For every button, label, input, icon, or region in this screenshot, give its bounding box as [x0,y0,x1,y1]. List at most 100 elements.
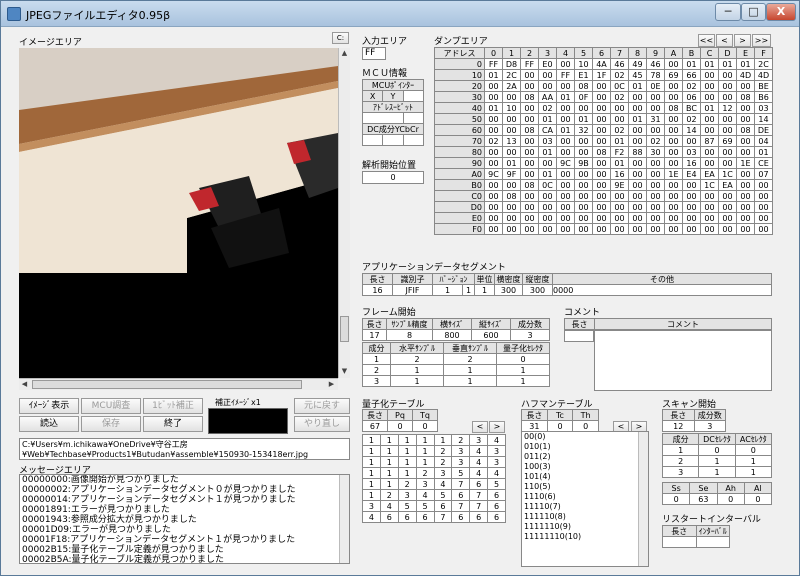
dump-byte-cell[interactable]: 45 [628,69,647,81]
dump-byte-cell[interactable]: 00 [520,135,539,147]
dump-byte-cell[interactable]: 00 [574,212,593,224]
list-item[interactable]: 11110(7) [522,502,648,512]
dump-byte-cell[interactable]: 00 [520,80,539,92]
redo-button[interactable]: やり直し [294,416,350,432]
dump-byte-cell[interactable]: 00 [592,223,611,235]
dump-byte-cell[interactable]: CA [538,124,557,136]
dump-byte-cell[interactable]: 01 [700,102,719,114]
exit-button[interactable]: 終了 [143,416,203,432]
dump-byte-cell[interactable]: 00 [736,212,755,224]
dump-byte-cell[interactable]: 03 [754,102,773,114]
dump-byte-cell[interactable]: 01 [484,102,503,114]
dump-byte-cell[interactable]: 00 [538,157,557,169]
dump-byte-cell[interactable]: 00 [646,157,665,169]
dump-byte-cell[interactable]: 00 [628,201,647,213]
scroll-right-icon[interactable]: ▶ [326,379,337,390]
list-item[interactable]: 110(5) [522,482,648,492]
file-path-field[interactable]: C:¥Users¥m.ichikawa¥OneDrive¥守谷工房 ¥Web¥T… [19,438,350,460]
dump-byte-cell[interactable]: EA [700,168,719,180]
dump-byte-cell[interactable]: 01 [628,80,647,92]
dump-byte-cell[interactable]: 00 [520,69,539,81]
list-item[interactable]: 010(1) [522,442,648,452]
dump-byte-cell[interactable]: 08 [664,102,683,114]
dump-byte-cell[interactable]: F2 [610,146,629,158]
dump-byte-cell[interactable]: 87 [700,135,719,147]
load-button[interactable]: 読込 [19,416,79,432]
dump-byte-cell[interactable]: 00 [610,212,629,224]
dump-byte-cell[interactable]: 00 [736,190,755,202]
dump-byte-cell[interactable]: 00 [736,135,755,147]
dump-byte-cell[interactable]: 00 [664,190,683,202]
dump-byte-cell[interactable]: 00 [700,212,719,224]
dump-byte-cell[interactable]: 07 [754,168,773,180]
dump-byte-cell[interactable]: 00 [664,58,683,70]
dump-byte-cell[interactable]: 00 [718,190,737,202]
image-horizontal-scrollbar[interactable]: ◀ ▶ [19,378,338,390]
dump-byte-cell[interactable]: 31 [646,113,665,125]
dump-byte-cell[interactable]: 2C [502,69,521,81]
dump-byte-cell[interactable]: 46 [646,58,665,70]
dump-byte-cell[interactable]: 00 [646,102,665,114]
dump-byte-cell[interactable]: 00 [736,146,755,158]
input-field[interactable]: FF [362,47,386,60]
dump-byte-cell[interactable]: 00 [664,124,683,136]
dump-byte-cell[interactable]: 00 [556,201,575,213]
scroll-left-icon[interactable]: ◀ [19,379,30,390]
dump-byte-cell[interactable]: 00 [628,91,647,103]
dump-byte-cell[interactable]: 1E [664,168,683,180]
dump-byte-cell[interactable]: 00 [754,179,773,191]
dump-byte-cell[interactable]: 00 [502,223,521,235]
dump-byte-cell[interactable]: 01 [574,113,593,125]
dump-byte-cell[interactable]: 00 [592,124,611,136]
mcu-adjust-button[interactable]: MCU調査 [81,398,141,414]
dump-byte-cell[interactable]: 00 [520,157,539,169]
scroll-up-icon[interactable]: ▲ [339,48,350,59]
dump-byte-cell[interactable]: 00 [520,113,539,125]
list-item[interactable]: 1111110(9) [522,522,648,532]
dump-byte-cell[interactable]: 02 [538,102,557,114]
dump-byte-cell[interactable]: 00 [520,102,539,114]
dump-byte-cell[interactable]: 00 [628,157,647,169]
dump-byte-cell[interactable]: 00 [718,91,737,103]
dump-prev-button[interactable]: < [716,34,733,47]
dump-byte-cell[interactable]: 4D [736,69,755,81]
dump-byte-cell[interactable]: 00 [484,146,503,158]
dump-first-button[interactable]: << [698,34,715,47]
list-item[interactable]: 100(3) [522,462,648,472]
list-item[interactable]: 00(0) [522,432,648,442]
dump-byte-cell[interactable]: 00 [520,223,539,235]
dump-byte-cell[interactable]: 00 [484,179,503,191]
dump-byte-cell[interactable]: 00 [664,223,683,235]
quant-next-button[interactable]: > [489,421,505,433]
dump-byte-cell[interactable]: 49 [628,58,647,70]
dump-byte-cell[interactable]: 00 [592,168,611,180]
image-vertical-scrollbar[interactable]: ▲ ▼ [338,48,350,378]
dump-byte-cell[interactable]: 00 [700,157,719,169]
minimize-button[interactable]: ─ [715,3,741,21]
dump-byte-cell[interactable]: 00 [718,201,737,213]
dump-byte-cell[interactable]: 00 [700,146,719,158]
dump-byte-cell[interactable]: 00 [628,102,647,114]
dump-byte-cell[interactable]: 16 [610,168,629,180]
dump-byte-cell[interactable]: 03 [538,135,557,147]
dump-byte-cell[interactable]: 00 [538,212,557,224]
dump-byte-cell[interactable]: 01 [502,157,521,169]
dump-byte-cell[interactable]: 00 [754,212,773,224]
dump-byte-cell[interactable]: 08 [592,146,611,158]
dump-byte-cell[interactable]: BC [682,102,701,114]
dump-byte-cell[interactable]: 00 [556,102,575,114]
dump-byte-cell[interactable]: 14 [682,124,701,136]
dump-byte-cell[interactable]: 00 [592,201,611,213]
dump-byte-cell[interactable]: 00 [520,190,539,202]
dump-byte-cell[interactable]: 01 [718,58,737,70]
dump-byte-cell[interactable]: 00 [700,201,719,213]
dump-byte-cell[interactable]: 01 [556,91,575,103]
dump-byte-cell[interactable]: 00 [502,91,521,103]
dump-byte-cell[interactable]: 00 [574,146,593,158]
dump-byte-cell[interactable]: 0E [646,80,665,92]
dump-byte-cell[interactable]: 2C [754,58,773,70]
vertical-scroll-thumb[interactable] [340,316,349,342]
dump-byte-cell[interactable]: 00 [592,179,611,191]
dump-byte-cell[interactable]: FF [520,58,539,70]
dump-byte-cell[interactable]: 00 [610,190,629,202]
